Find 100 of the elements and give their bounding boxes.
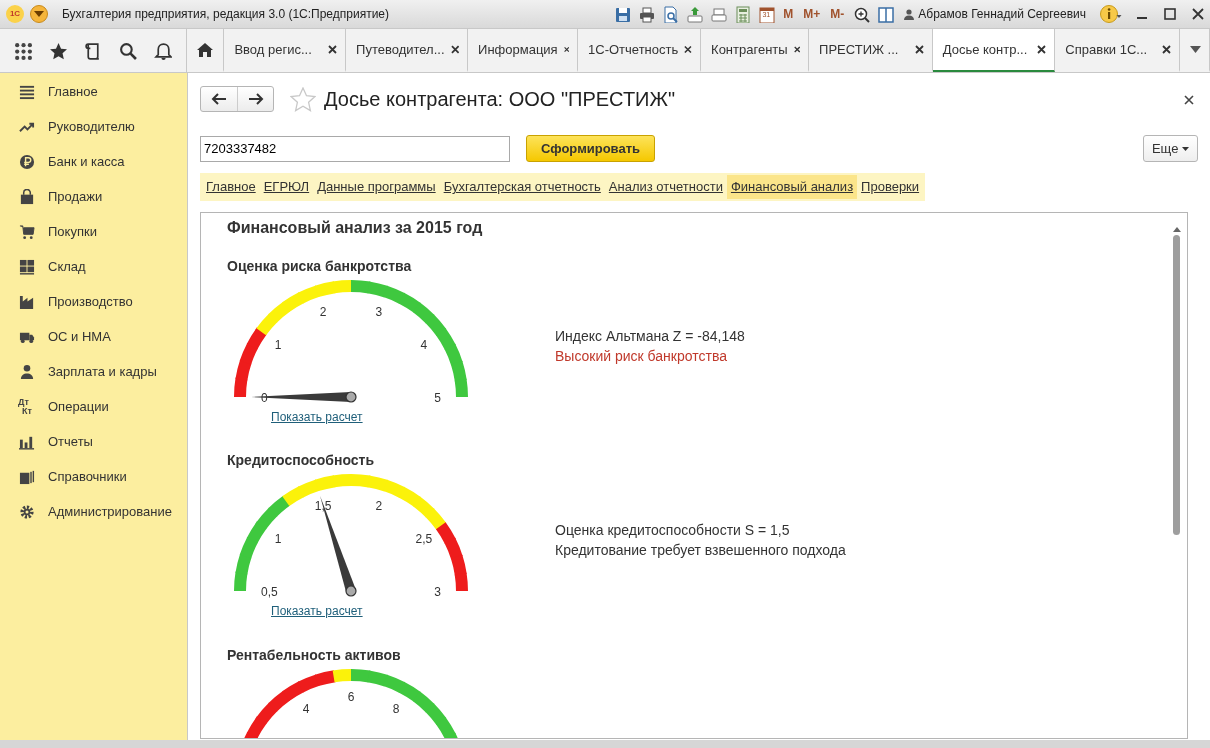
arrow-right-icon — [247, 93, 264, 105]
tab[interactable]: 1С-Отчетность — [578, 29, 702, 72]
close-icon[interactable] — [793, 45, 801, 54]
tab[interactable]: Досье контр... — [932, 29, 1056, 72]
tab[interactable]: Информация — [468, 29, 579, 72]
user-name[interactable]: Абрамов Геннадий Сергеевич — [918, 5, 1086, 23]
accounting-icon: Дт Кт — [18, 397, 32, 416]
caret-icon — [34, 11, 44, 17]
scrollbar-thumb[interactable] — [1173, 234, 1180, 535]
tab[interactable]: Контрагенты — [701, 29, 810, 72]
save-icon — [613, 5, 631, 23]
show-calculation-link[interactable]: Показать расчет — [271, 602, 363, 620]
tick-label: 2 — [375, 499, 383, 514]
memory-button[interactable]: M+ — [801, 5, 823, 23]
grid-icon — [18, 258, 35, 275]
tick-label: 1 — [274, 337, 282, 352]
memory-button[interactable]: M — [781, 5, 796, 23]
sidebar-item[interactable]: Справочники — [0, 459, 187, 494]
zoom-icon — [852, 5, 870, 23]
tick-label: 3 — [375, 304, 383, 319]
close-icon[interactable] — [1162, 45, 1171, 54]
tick-label: 5 — [434, 390, 441, 405]
generate-button[interactable]: Сформировать — [526, 135, 656, 162]
tick-label: 4 — [302, 701, 310, 716]
tab[interactable]: ПРЕСТИЖ ... — [809, 29, 933, 72]
tick-label: 4 — [420, 337, 428, 352]
maximize-icon[interactable] — [1164, 8, 1176, 20]
books-icon — [18, 468, 35, 485]
sidebar-item[interactable]: Производство — [0, 284, 187, 319]
close-icon[interactable] — [1192, 8, 1204, 20]
calculator-icon — [733, 5, 751, 23]
preview-icon — [661, 5, 679, 23]
star-icon[interactable] — [290, 86, 316, 112]
section-link[interactable]: Анализ отчетности — [604, 175, 727, 199]
tick-label: 1 — [274, 532, 282, 547]
toolbar-button[interactable] — [852, 5, 871, 23]
scanner-icon — [709, 5, 727, 23]
bell-icon[interactable] — [153, 41, 172, 60]
sidebar-item[interactable]: Склад — [0, 249, 187, 284]
close-icon[interactable] — [450, 45, 460, 54]
show-calculation-link[interactable]: Показать расчет — [271, 407, 363, 426]
user-icon — [904, 8, 915, 20]
result-text: Высокий риск банкротства — [555, 346, 728, 366]
sidebar-item[interactable]: Главное — [0, 74, 187, 109]
section-link[interactable]: Проверки — [857, 175, 924, 199]
close-icon[interactable] — [1184, 94, 1194, 105]
cart-icon — [18, 223, 35, 240]
close-icon[interactable] — [563, 45, 570, 54]
gear-icon — [18, 503, 35, 520]
memory-button[interactable]: M- — [828, 5, 847, 23]
sidebar-item[interactable]: Покупки — [0, 214, 187, 249]
person-icon — [18, 363, 35, 380]
upload-icon — [685, 5, 703, 23]
close-icon[interactable] — [328, 45, 338, 54]
search-icon[interactable] — [119, 41, 138, 60]
section-link[interactable]: ЕГРЮЛ — [259, 175, 314, 199]
result-text: Индекс Альтмана Z = -84,148 — [555, 326, 745, 346]
section-link[interactable]: Главное — [202, 175, 260, 199]
caret-icon — [1182, 147, 1189, 152]
sidebar-item[interactable]: Администрирование — [0, 494, 187, 529]
tick-label: 2 — [319, 304, 327, 319]
sidebar-item[interactable]: Банк и касса — [0, 144, 187, 179]
tab[interactable]: Путеводител... — [346, 29, 469, 72]
info-icon[interactable] — [1100, 4, 1122, 25]
tick-label: 0,5 — [261, 585, 278, 599]
result-text: Кредитование требует взвешенного подхода — [555, 541, 846, 560]
tab[interactable]: Ввод регис... — [224, 29, 347, 72]
close-icon[interactable] — [914, 45, 924, 54]
app-logo: 1С — [6, 5, 24, 23]
apps-icon[interactable] — [14, 41, 33, 60]
tick-label: 2,5 — [415, 532, 433, 547]
tab[interactable]: Справки 1С... — [1055, 29, 1180, 72]
tick-label: 8 — [392, 701, 400, 716]
menu-button[interactable] — [30, 5, 48, 23]
star-icon[interactable] — [49, 41, 68, 60]
inn-field[interactable]: 7203337482 — [200, 135, 510, 162]
sidebar-item[interactable]: Дт Кт Операции — [0, 389, 187, 424]
more-button[interactable]: Еще — [1142, 135, 1198, 162]
section-link[interactable]: Данные программы — [313, 175, 440, 199]
section-link[interactable]: Бухгалтерская отчетность — [439, 175, 605, 199]
close-icon[interactable] — [1037, 45, 1047, 54]
home-icon[interactable] — [197, 42, 214, 57]
close-icon[interactable] — [684, 45, 693, 54]
sidebar-item[interactable]: Зарплата и кадры — [0, 354, 187, 389]
gauge-title: Рентабельность активов — [226, 645, 402, 663]
window-title: Бухгалтерия предприятия, редакция 3.0 (1С:Предприятие) — [62, 6, 391, 23]
printer-icon — [637, 5, 655, 23]
sidebar-item[interactable]: Продажи — [0, 179, 187, 214]
dropdown-icon[interactable] — [1190, 46, 1201, 53]
layout-icon — [876, 5, 894, 23]
toolbar-button[interactable] — [637, 5, 656, 23]
list-icon — [18, 83, 35, 100]
section-link[interactable]: Финансовый анализ — [726, 175, 858, 199]
panel-title: Финансовый анализ за 2015 год — [226, 217, 484, 238]
sidebar-item[interactable]: Руководителю — [0, 109, 187, 144]
sidebar-item[interactable]: Отчеты — [0, 424, 187, 459]
bag-icon — [18, 188, 35, 205]
factory-icon — [18, 293, 35, 310]
ruble-icon — [18, 153, 35, 170]
sidebar-item[interactable]: ОС и НМА — [0, 319, 187, 354]
